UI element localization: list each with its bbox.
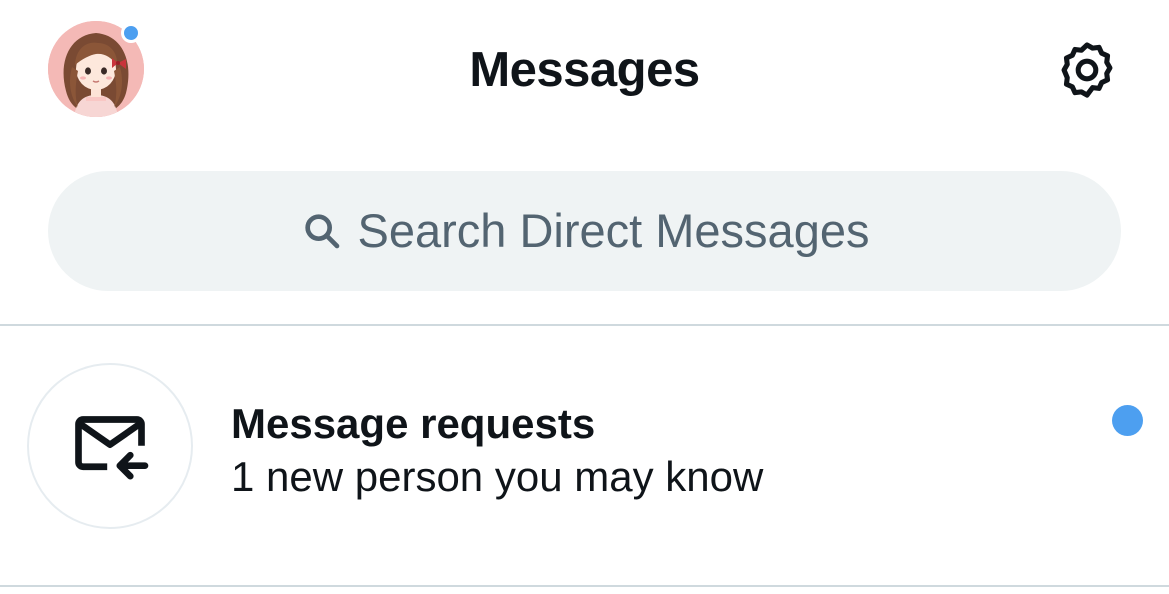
message-requests-icon-container (27, 363, 193, 529)
message-requests-subtitle: 1 new person you may know (231, 453, 764, 500)
top-bar: Messages (0, 0, 1169, 140)
search-placeholder: Search Direct Messages (357, 204, 870, 257)
page-title: Messages (469, 43, 700, 97)
unread-indicator (1112, 405, 1143, 436)
search-icon (300, 209, 344, 253)
settings-button[interactable] (1051, 36, 1123, 108)
message-requests-title: Message requests (231, 400, 596, 447)
divider (0, 585, 1169, 587)
mail-incoming-icon (68, 402, 152, 491)
message-requests-item[interactable]: Message requests 1 new person you may kn… (0, 326, 1169, 585)
search-input[interactable]: Search Direct Messages (48, 171, 1121, 291)
gear-icon (1055, 38, 1119, 107)
